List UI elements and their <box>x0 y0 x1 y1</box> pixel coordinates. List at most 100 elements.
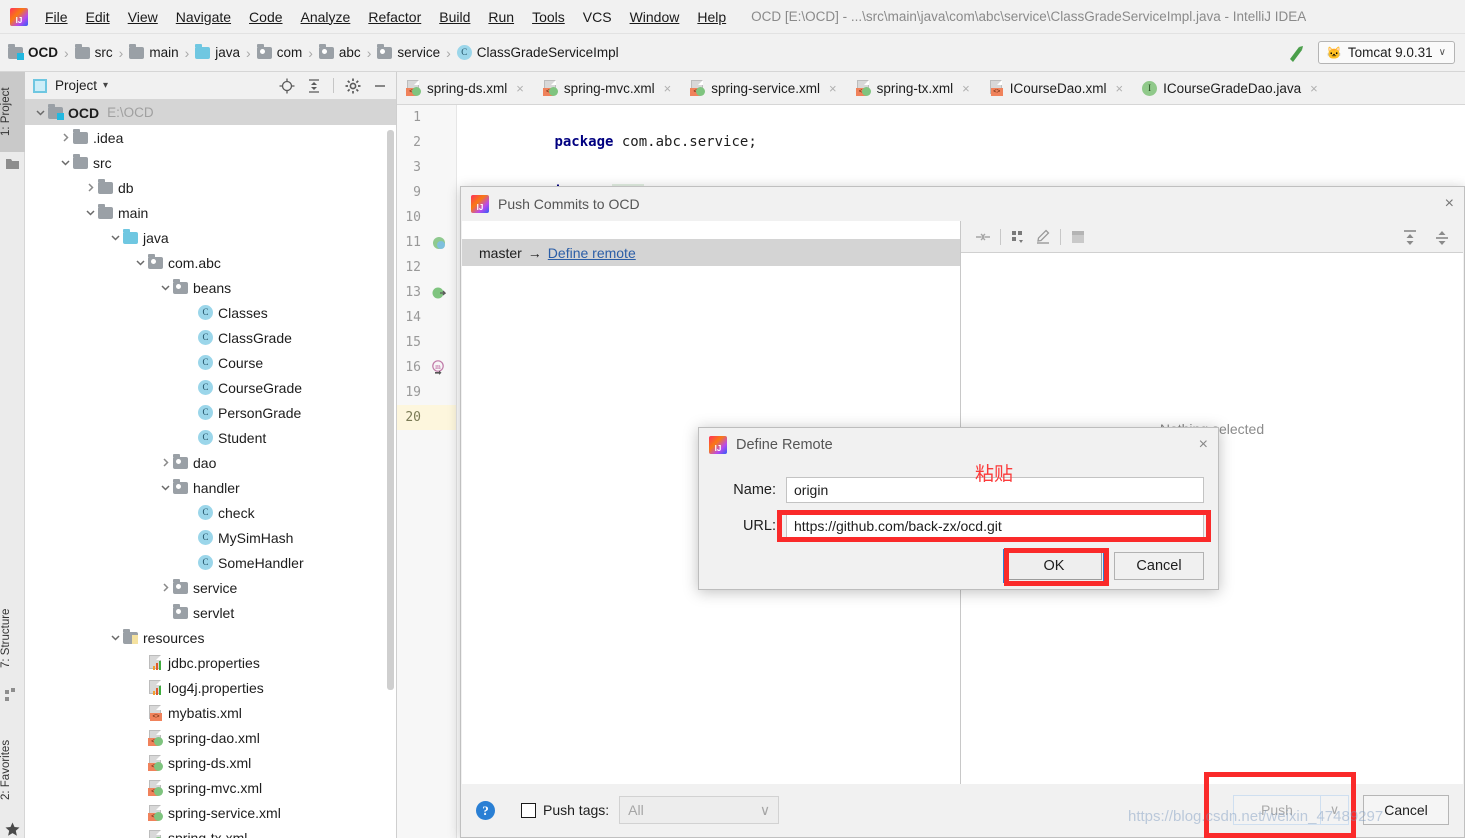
preview-icon[interactable] <box>1070 229 1086 245</box>
editor-tab-spring-tx-xml[interactable]: <spring-tx.xml× <box>847 72 980 104</box>
project-tree[interactable]: OCDE:\OCD.ideasrcdbmainjavacom.abcbeansC… <box>25 100 396 838</box>
gutter-line-9[interactable]: 9 <box>397 180 456 205</box>
editor-tab-spring-service-xml[interactable]: <spring-service.xml× <box>681 72 846 104</box>
tree-item-src[interactable]: src <box>25 150 396 175</box>
tree-item-spring-dao-xml[interactable]: <spring-dao.xml <box>25 725 396 750</box>
editor-tab-icoursegradedao-java[interactable]: IICourseGradeDao.java× <box>1133 72 1328 104</box>
gutter-line-12[interactable]: 12 <box>397 255 456 280</box>
tree-item-check[interactable]: Ccheck <box>25 500 396 525</box>
sidebar-item-favorites[interactable]: 2: Favorites <box>0 722 25 818</box>
gutter-line-15[interactable]: 15 <box>397 330 456 355</box>
close-icon[interactable]: × <box>1199 436 1208 454</box>
editor-tab-spring-mvc-xml[interactable]: <spring-mvc.xml× <box>534 72 681 104</box>
green-up-arrow-icon[interactable] <box>1286 43 1306 63</box>
tree-item-dao[interactable]: dao <box>25 450 396 475</box>
breadcrumb-item-java[interactable]: java <box>195 45 240 60</box>
tree-item-db[interactable]: db <box>25 175 396 200</box>
menu-item-navigate[interactable]: Navigate <box>167 6 240 28</box>
tree-item-service[interactable]: service <box>25 575 396 600</box>
close-icon[interactable]: × <box>829 81 837 96</box>
menu-item-vcs[interactable]: VCS <box>574 6 621 28</box>
breadcrumb-item-src[interactable]: src <box>75 45 113 60</box>
breadcrumb-item-com[interactable]: com <box>257 45 303 60</box>
tree-item-jdbc-properties[interactable]: jdbc.properties <box>25 650 396 675</box>
breadcrumb-item-abc[interactable]: abc <box>319 45 361 60</box>
chevron-down-icon[interactable]: ▾ <box>103 80 108 91</box>
tree-item-com-abc[interactable]: com.abc <box>25 250 396 275</box>
menu-item-tools[interactable]: Tools <box>523 6 574 28</box>
tree-item-mysimhash[interactable]: CMySimHash <box>25 525 396 550</box>
gutter-line-11[interactable]: 11 <box>397 230 456 255</box>
menu-item-view[interactable]: View <box>119 6 167 28</box>
tree-item-mybatis-xml[interactable]: <>mybatis.xml <box>25 700 396 725</box>
remote-url-input[interactable]: https://github.com/back-zx/ocd.git <box>786 513 1204 539</box>
tree-item-course[interactable]: CCourse <box>25 350 396 375</box>
collapse-selection-icon[interactable] <box>975 229 991 245</box>
tree-item-servlet[interactable]: servlet <box>25 600 396 625</box>
locate-icon[interactable] <box>279 78 295 94</box>
close-icon[interactable]: × <box>1116 81 1124 96</box>
close-icon[interactable]: × <box>1445 195 1454 213</box>
chevron-down-icon[interactable] <box>158 482 173 493</box>
menu-item-edit[interactable]: Edit <box>77 6 119 28</box>
chevron-down-icon[interactable] <box>58 157 73 168</box>
breadcrumb-item-service[interactable]: service <box>377 45 440 60</box>
tree-item-java[interactable]: java <box>25 225 396 250</box>
tree-item--idea[interactable]: .idea <box>25 125 396 150</box>
bean-class-icon[interactable] <box>427 230 451 255</box>
tree-item-main[interactable]: main <box>25 200 396 225</box>
chevron-down-icon[interactable] <box>108 232 123 243</box>
menu-item-code[interactable]: Code <box>240 6 291 28</box>
gutter-line-10[interactable]: 10 <box>397 205 456 230</box>
ok-button[interactable]: OK <box>1006 552 1102 580</box>
collapse-all-icon[interactable] <box>306 78 322 94</box>
sidebar-item-structure[interactable]: 7: Structure <box>0 592 25 684</box>
menu-item-build[interactable]: Build <box>430 6 479 28</box>
define-remote-link[interactable]: Define remote <box>548 245 636 261</box>
gutter-line-19[interactable]: 19 <box>397 380 456 405</box>
gutter-line-14[interactable]: 14 <box>397 305 456 330</box>
tree-item-resources[interactable]: resources <box>25 625 396 650</box>
close-icon[interactable]: × <box>1310 81 1318 96</box>
close-icon[interactable]: × <box>962 81 970 96</box>
menu-item-file[interactable]: File <box>36 6 77 28</box>
editor-tab-icoursedao-xml[interactable]: <>ICourseDao.xml× <box>980 72 1133 104</box>
menu-item-refactor[interactable]: Refactor <box>359 6 430 28</box>
expand-all-icon[interactable] <box>1401 229 1417 245</box>
chevron-right-icon[interactable] <box>158 457 173 468</box>
gutter-line-1[interactable]: 1 <box>397 105 456 130</box>
hide-panel-icon[interactable] <box>372 78 388 94</box>
group-by-icon[interactable] <box>1010 229 1026 245</box>
editor-gutter[interactable]: 123910111213141516m1920 <box>397 105 457 838</box>
method-override-icon[interactable]: m <box>427 355 451 380</box>
gutter-line-16[interactable]: 16m <box>397 355 456 380</box>
gutter-line-3[interactable]: 3 <box>397 155 456 180</box>
chevron-down-icon[interactable] <box>133 257 148 268</box>
help-icon[interactable]: ? <box>476 801 495 820</box>
breadcrumb-item-ocd[interactable]: OCD <box>8 45 58 60</box>
tree-item-beans[interactable]: beans <box>25 275 396 300</box>
run-configuration-selector[interactable]: 🐱 Tomcat 9.0.31 ∨ <box>1318 41 1455 64</box>
tree-item-spring-mvc-xml[interactable]: <spring-mvc.xml <box>25 775 396 800</box>
tree-item-persongrade[interactable]: CPersonGrade <box>25 400 396 425</box>
gutter-line-20[interactable]: 20 <box>397 405 456 430</box>
push-branch-row[interactable]: master → Define remote <box>462 239 960 266</box>
chevron-down-icon[interactable] <box>158 282 173 293</box>
gear-icon[interactable] <box>345 78 361 94</box>
editor-tab-spring-ds-xml[interactable]: <spring-ds.xml× <box>397 72 534 104</box>
cancel-button[interactable]: Cancel <box>1114 552 1204 580</box>
chevron-right-icon[interactable] <box>58 132 73 143</box>
chevron-right-icon[interactable] <box>158 582 173 593</box>
close-icon[interactable]: × <box>664 81 672 96</box>
tree-item-spring-tx-xml[interactable]: <spring-tx.xml <box>25 825 396 838</box>
tree-item-student[interactable]: CStudent <box>25 425 396 450</box>
chevron-right-icon[interactable] <box>83 182 98 193</box>
tree-item-spring-service-xml[interactable]: <spring-service.xml <box>25 800 396 825</box>
breadcrumb-item-main[interactable]: main <box>129 45 178 60</box>
push-tags-checkbox[interactable] <box>521 803 536 818</box>
edit-icon[interactable] <box>1035 229 1051 245</box>
tree-item-coursegrade[interactable]: CCourseGrade <box>25 375 396 400</box>
breadcrumb-item-classgradeserviceimpl[interactable]: C ClassGradeServiceImpl <box>457 45 619 60</box>
close-icon[interactable]: × <box>516 81 524 96</box>
collapse-all-icon[interactable] <box>1433 229 1449 245</box>
